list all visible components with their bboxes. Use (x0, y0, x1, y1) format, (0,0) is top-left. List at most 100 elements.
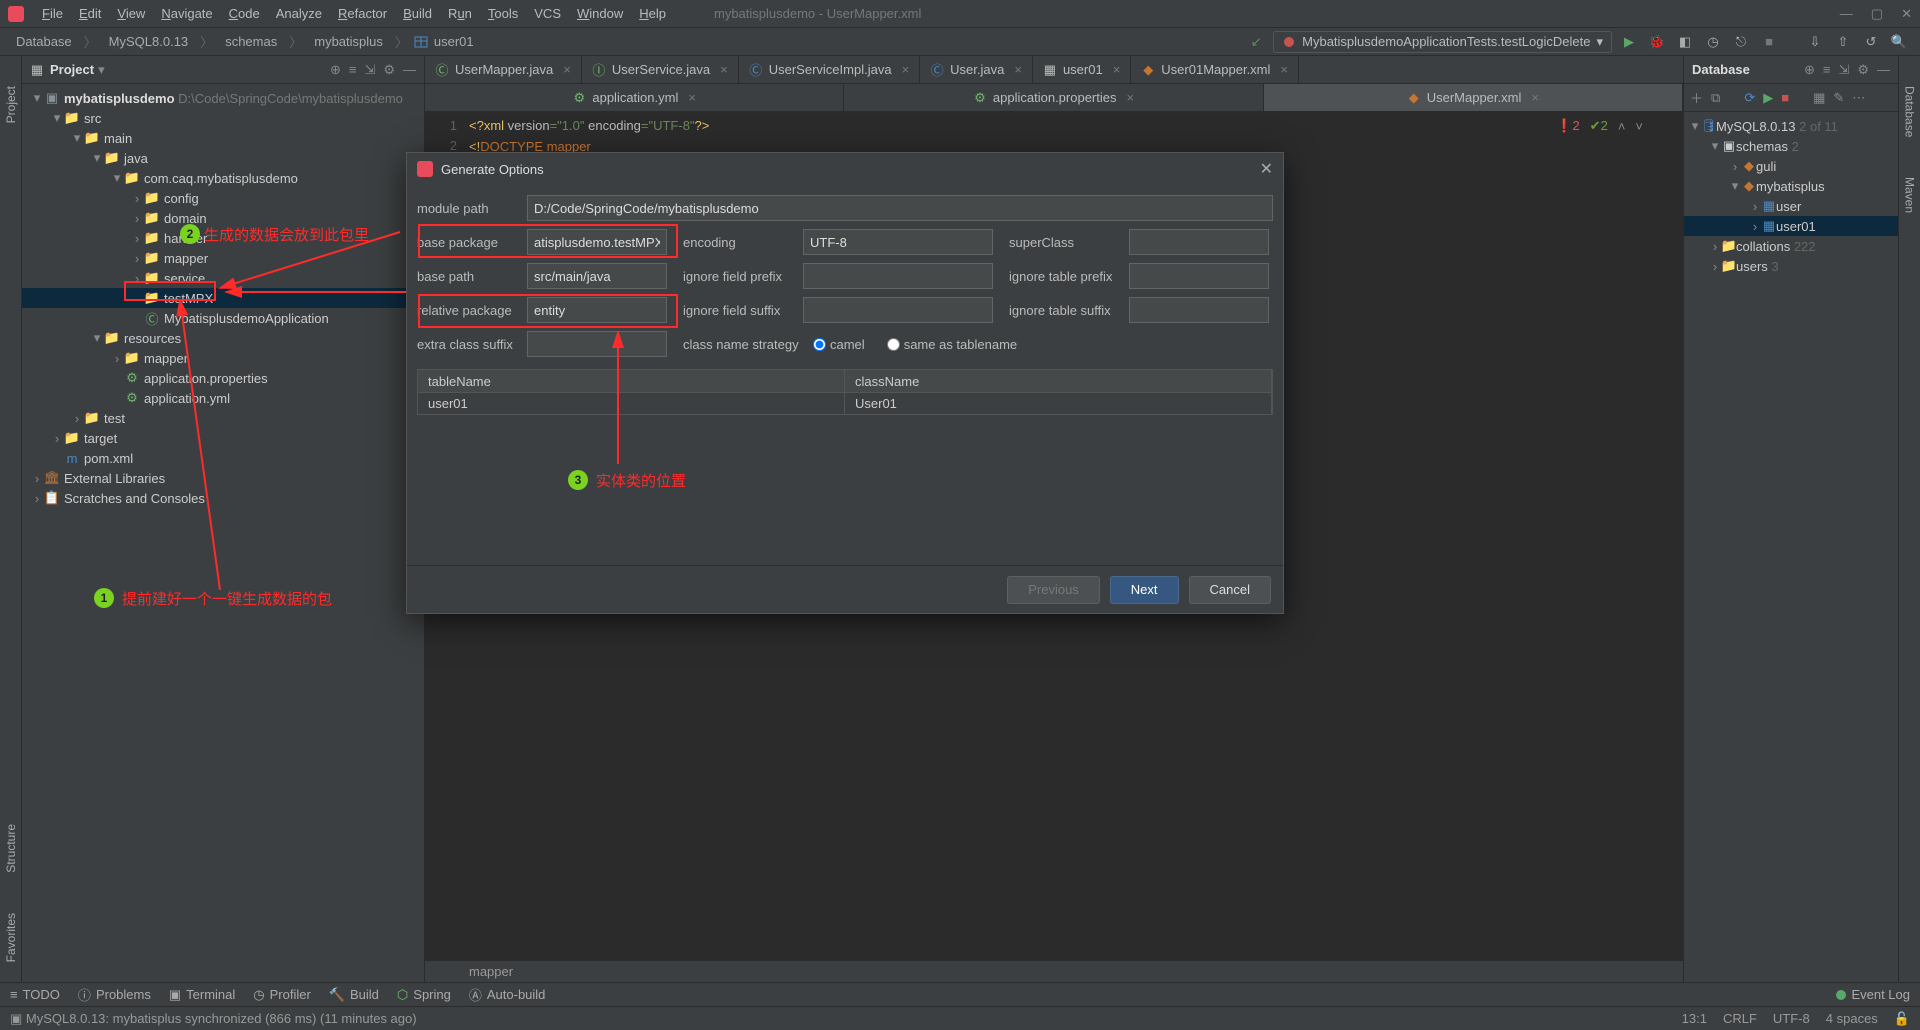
tool-terminal[interactable]: ▣Terminal (169, 987, 235, 1003)
tab-userserviceimpl-java[interactable]: ⒸUserServiceImpl.java× (739, 56, 920, 83)
col-classname[interactable]: className (845, 370, 1272, 392)
run-icon[interactable]: ▶ (1618, 31, 1640, 53)
previous-button[interactable]: Previous (1007, 576, 1100, 604)
menu-run[interactable]: Run (440, 6, 480, 21)
menu-vcs[interactable]: VCS (526, 6, 569, 21)
hide-icon[interactable]: — (403, 62, 416, 78)
tool-structure[interactable]: Structure (4, 824, 18, 873)
radio-same-as-tablename[interactable]: same as tablename (887, 337, 1017, 352)
chevron-down-icon[interactable]: ˅ (1635, 119, 1643, 134)
input-superclass[interactable] (1129, 229, 1269, 255)
error-badge[interactable]: ❗2 (1556, 118, 1579, 134)
menu-build[interactable]: Build (395, 6, 440, 21)
tree-node-testmpx[interactable]: 📁testMPX (22, 288, 424, 308)
input-ignore-field-suffix[interactable] (803, 297, 993, 323)
dialog-close-icon[interactable]: ✕ (1260, 159, 1273, 179)
input-ignore-table-prefix[interactable] (1129, 263, 1269, 289)
close-icon[interactable]: × (720, 62, 728, 77)
tool-database[interactable]: Database (1903, 86, 1917, 137)
tab-userservice-java[interactable]: ⒾUserService.java× (582, 56, 739, 83)
close-icon[interactable]: × (563, 62, 571, 77)
breadcrumb[interactable]: Database (10, 34, 78, 49)
breadcrumb[interactable]: schemas (219, 34, 283, 49)
locate-icon[interactable]: ⊕ (1804, 62, 1815, 78)
editor-inspection-badges[interactable]: ❗2 ✔2 ˄ ˅ (1556, 118, 1643, 134)
input-ignore-field-prefix[interactable] (803, 263, 993, 289)
close-icon[interactable]: × (1280, 62, 1288, 77)
menu-code[interactable]: Code (221, 6, 268, 21)
next-button[interactable]: Next (1110, 576, 1179, 604)
breadcrumb[interactable]: mybatisplus (308, 34, 389, 49)
input-extra-class-suffix[interactable] (527, 331, 667, 357)
close-icon[interactable]: × (688, 90, 696, 105)
input-encoding[interactable] (803, 229, 993, 255)
close-icon[interactable]: × (902, 62, 910, 77)
tool-maven[interactable]: Maven (1903, 177, 1917, 213)
menu-window[interactable]: Window (569, 6, 631, 21)
window-maximize-icon[interactable]: ▢ (1871, 6, 1883, 22)
tool-todo[interactable]: ≡TODO (10, 987, 60, 1002)
expand-icon[interactable]: ≡ (1823, 62, 1831, 78)
menu-navigate[interactable]: Navigate (153, 6, 220, 21)
tab-usermapper-java[interactable]: ⒸUserMapper.java× (425, 56, 582, 83)
file-encoding[interactable]: UTF-8 (1773, 1011, 1810, 1027)
gear-icon[interactable]: ⚙ (383, 62, 395, 78)
table-view-icon[interactable]: ▦ (1813, 90, 1825, 106)
menu-refactor[interactable]: Refactor (330, 6, 395, 21)
input-base-path[interactable] (527, 263, 667, 289)
project-title[interactable]: Project (50, 62, 94, 77)
cursor-position[interactable]: 13:1 (1682, 1011, 1707, 1027)
more-icon[interactable]: ⋯ (1852, 90, 1865, 106)
tool-eventlog[interactable]: Event Log (1836, 987, 1910, 1002)
input-base-package[interactable] (527, 229, 667, 255)
radio-camel[interactable]: camel (813, 337, 865, 352)
menu-view[interactable]: View (109, 6, 153, 21)
copy-icon[interactable]: ⧉ (1711, 90, 1720, 106)
search-icon[interactable]: 🔍 (1888, 31, 1910, 53)
close-icon[interactable]: × (1126, 90, 1134, 105)
tab-user01-table[interactable]: ▦user01× (1033, 56, 1131, 83)
cancel-button[interactable]: Cancel (1189, 576, 1271, 604)
status-icon[interactable]: ▣ (10, 1011, 22, 1027)
locate-icon[interactable]: ⊕ (330, 62, 341, 78)
vcs-history-icon[interactable]: ↺ (1860, 31, 1882, 53)
coverage-icon[interactable]: ◧ (1674, 31, 1696, 53)
chevron-down-icon[interactable]: ▾ (98, 62, 105, 78)
chevron-up-icon[interactable]: ˄ (1618, 119, 1626, 134)
stop-icon[interactable]: ■ (1781, 90, 1789, 105)
readonly-icon[interactable]: 🔓 (1894, 1011, 1910, 1027)
line-separator[interactable]: CRLF (1723, 1011, 1757, 1027)
vcs-commit-icon[interactable]: ⇧ (1832, 31, 1854, 53)
close-icon[interactable]: × (1531, 90, 1539, 105)
tool-spring[interactable]: ⬡Spring (397, 987, 451, 1003)
stop-icon[interactable]: ■ (1758, 31, 1780, 53)
debug-icon[interactable]: 🐞 (1646, 31, 1668, 53)
close-icon[interactable]: × (1113, 62, 1121, 77)
menu-help[interactable]: Help (631, 6, 674, 21)
input-module-path[interactable] (527, 195, 1273, 221)
vcs-update-icon[interactable]: ⇩ (1804, 31, 1826, 53)
menu-edit[interactable]: Edit (71, 6, 109, 21)
tab-user-java[interactable]: ⒸUser.java× (920, 56, 1033, 83)
window-close-icon[interactable]: ✕ (1901, 6, 1912, 22)
database-tree[interactable]: ▾🛢MySQL8.0.13 2 of 11 ▾▣schemas 2 ›◆guli… (1684, 112, 1898, 982)
attach-icon[interactable]: ⎋ (1730, 31, 1752, 53)
editor-breadcrumb[interactable]: mapper (425, 960, 1683, 982)
hide-icon[interactable]: — (1877, 62, 1890, 78)
tool-problems[interactable]: ⓘProblems (78, 985, 151, 1004)
gear-icon[interactable]: ⚙ (1857, 62, 1869, 78)
project-tree[interactable]: ▾▣mybatisplusdemo D:\Code\SpringCode\myb… (22, 84, 424, 982)
menu-tools[interactable]: Tools (480, 6, 526, 21)
diagram-icon[interactable]: ✎ (1833, 90, 1844, 106)
tool-favorites[interactable]: Favorites (4, 913, 18, 962)
close-icon[interactable]: × (1014, 62, 1022, 77)
tool-autobuild[interactable]: ⒶAuto-build (469, 985, 546, 1004)
indent-info[interactable]: 4 spaces (1826, 1011, 1878, 1027)
menu-analyze[interactable]: Analyze (268, 6, 330, 21)
menu-file[interactable]: FFileile (34, 6, 71, 21)
tab-user01mapper-xml[interactable]: ◆User01Mapper.xml× (1131, 56, 1299, 83)
tool-project[interactable]: Project (4, 86, 18, 123)
tool-build[interactable]: 🔨Build (329, 987, 379, 1003)
collapse-icon[interactable]: ⇲ (1838, 62, 1849, 78)
tool-profiler[interactable]: ◷Profiler (253, 987, 311, 1003)
